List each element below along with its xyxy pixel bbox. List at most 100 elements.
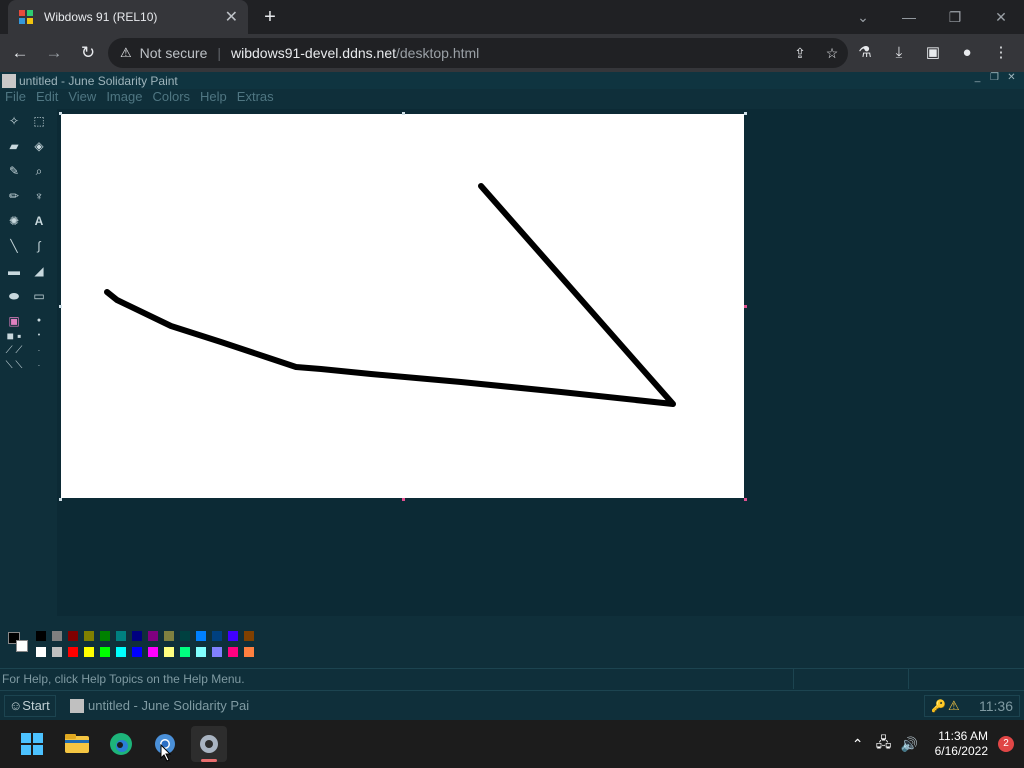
- palette-swatch[interactable]: [115, 630, 127, 642]
- tab-close-icon[interactable]: ✕: [225, 7, 238, 27]
- palette-swatch[interactable]: [131, 646, 143, 658]
- palette-swatch[interactable]: [179, 646, 191, 658]
- paint-close-icon[interactable]: ✕: [1003, 72, 1020, 83]
- resize-handle[interactable]: [744, 305, 747, 308]
- tray-warning-icon[interactable]: ⚠: [948, 698, 960, 714]
- airbrush-icon[interactable]: ✺: [3, 210, 25, 232]
- palette-swatch[interactable]: [99, 646, 111, 658]
- system-clock[interactable]: 11:36 AM 6/16/2022: [935, 729, 988, 759]
- ellipse-tool-icon[interactable]: ⬬: [3, 285, 25, 307]
- curve-tool-icon[interactable]: ∫: [28, 235, 50, 257]
- magnifier-icon[interactable]: ⌕: [28, 160, 50, 182]
- minimize-icon[interactable]: —: [886, 0, 932, 34]
- menu-help[interactable]: Help: [195, 89, 232, 107]
- edge-browser-icon[interactable]: [103, 726, 139, 762]
- palette-swatch[interactable]: [51, 630, 63, 642]
- restore-icon[interactable]: ❐: [932, 0, 978, 34]
- palette-swatch[interactable]: [147, 646, 159, 658]
- new-tab-button[interactable]: +: [258, 5, 282, 29]
- file-explorer-icon[interactable]: [59, 726, 95, 762]
- palette-swatch[interactable]: [179, 630, 191, 642]
- menu-view[interactable]: View: [63, 89, 101, 107]
- current-colors[interactable]: [8, 632, 30, 654]
- paint-titlebar[interactable]: untitled - June Solidarity Paint _ ❐ ✕: [0, 72, 1024, 89]
- resize-handle[interactable]: [59, 305, 62, 308]
- palette-swatch[interactable]: [83, 630, 95, 642]
- text-tool-icon[interactable]: A: [28, 210, 50, 232]
- resize-handle[interactable]: [402, 498, 405, 501]
- volume-icon[interactable]: 🔊: [897, 736, 923, 753]
- paint-minimize-icon[interactable]: _: [969, 72, 986, 83]
- option-backslash-small-icon[interactable]: ·: [28, 355, 50, 377]
- brush-icon[interactable]: ♆: [28, 185, 50, 207]
- menu-edit[interactable]: Edit: [31, 89, 63, 107]
- resize-handle[interactable]: [402, 112, 405, 115]
- resize-handle[interactable]: [744, 112, 747, 115]
- rect-select-icon[interactable]: ⬚: [28, 110, 50, 132]
- palette-swatch[interactable]: [227, 646, 239, 658]
- keys-icon[interactable]: 🔑: [931, 699, 946, 713]
- windows-start-icon[interactable]: [14, 726, 50, 762]
- menu-colors[interactable]: Colors: [147, 89, 195, 107]
- tab-search-icon[interactable]: ⌄: [840, 0, 886, 34]
- palette-swatch[interactable]: [195, 646, 207, 658]
- menu-kebab-icon[interactable]: ⋮: [984, 38, 1018, 68]
- palette-swatch[interactable]: [211, 646, 223, 658]
- warning-icon[interactable]: ⚠: [120, 45, 132, 61]
- paint-maximize-icon[interactable]: ❐: [986, 72, 1003, 83]
- side-panel-icon[interactable]: ▣: [916, 38, 950, 68]
- download-icon[interactable]: ⤓: [882, 38, 916, 68]
- palette-swatch[interactable]: [51, 646, 63, 658]
- menu-file[interactable]: File: [0, 89, 31, 107]
- palette-swatch[interactable]: [115, 646, 127, 658]
- palette-swatch[interactable]: [99, 630, 111, 642]
- forward-icon[interactable]: →: [40, 39, 68, 67]
- palette-swatch[interactable]: [163, 630, 175, 642]
- labs-icon[interactable]: ⚗: [848, 38, 882, 68]
- resize-handle[interactable]: [744, 498, 747, 501]
- chevron-up-icon[interactable]: ⌃: [845, 736, 871, 753]
- palette-swatch[interactable]: [35, 630, 47, 642]
- option-backslash-icon[interactable]: ⟍ ⟍: [3, 355, 25, 377]
- palette-swatch[interactable]: [147, 630, 159, 642]
- rectangle-tool-icon[interactable]: ▬: [3, 260, 25, 282]
- color-picker-icon[interactable]: ✎: [3, 160, 25, 182]
- palette-swatch[interactable]: [227, 630, 239, 642]
- settings-app-icon[interactable]: [191, 726, 227, 762]
- chrome-browser-icon[interactable]: [147, 726, 183, 762]
- security-label[interactable]: Not secure: [140, 45, 208, 61]
- share-icon[interactable]: ⇪: [784, 45, 816, 62]
- taskbar-paint-item[interactable]: untitled - June Solidarity Pai: [66, 695, 262, 717]
- pencil-icon[interactable]: ✏: [3, 185, 25, 207]
- palette-swatch[interactable]: [243, 630, 255, 642]
- profile-icon[interactable]: ●: [950, 38, 984, 68]
- eraser-icon[interactable]: ▰: [3, 135, 25, 157]
- bookmark-star-icon[interactable]: ☆: [816, 45, 848, 62]
- polygon-tool-icon[interactable]: ◢: [28, 260, 50, 282]
- palette-swatch[interactable]: [35, 646, 47, 658]
- resize-handle[interactable]: [59, 112, 62, 115]
- menu-image[interactable]: Image: [101, 89, 147, 107]
- back-icon[interactable]: ←: [6, 39, 34, 67]
- palette-swatch[interactable]: [67, 630, 79, 642]
- address-bar[interactable]: ⚠ Not secure | wibdows91-devel.ddns.net …: [108, 38, 848, 68]
- notification-badge[interactable]: 2: [998, 736, 1014, 752]
- palette-swatch[interactable]: [131, 630, 143, 642]
- drawing-canvas[interactable]: [61, 114, 744, 498]
- close-window-icon[interactable]: ✕: [978, 0, 1024, 34]
- rounded-rect-tool-icon[interactable]: ▭: [28, 285, 50, 307]
- reload-icon[interactable]: ↻: [74, 39, 102, 67]
- start-button[interactable]: ☺Start: [4, 695, 56, 717]
- palette-swatch[interactable]: [211, 630, 223, 642]
- palette-swatch[interactable]: [243, 646, 255, 658]
- browser-tab[interactable]: Wibdows 91 (REL10) ✕: [8, 0, 248, 34]
- network-icon[interactable]: 🖧: [871, 732, 897, 756]
- palette-swatch[interactable]: [67, 646, 79, 658]
- menu-extras[interactable]: Extras: [232, 89, 279, 107]
- free-select-icon[interactable]: ✧: [3, 110, 25, 132]
- fill-bucket-icon[interactable]: ◈: [28, 135, 50, 157]
- palette-swatch[interactable]: [195, 630, 207, 642]
- palette-swatch[interactable]: [83, 646, 95, 658]
- palette-swatch[interactable]: [163, 646, 175, 658]
- line-tool-icon[interactable]: ╲: [3, 235, 25, 257]
